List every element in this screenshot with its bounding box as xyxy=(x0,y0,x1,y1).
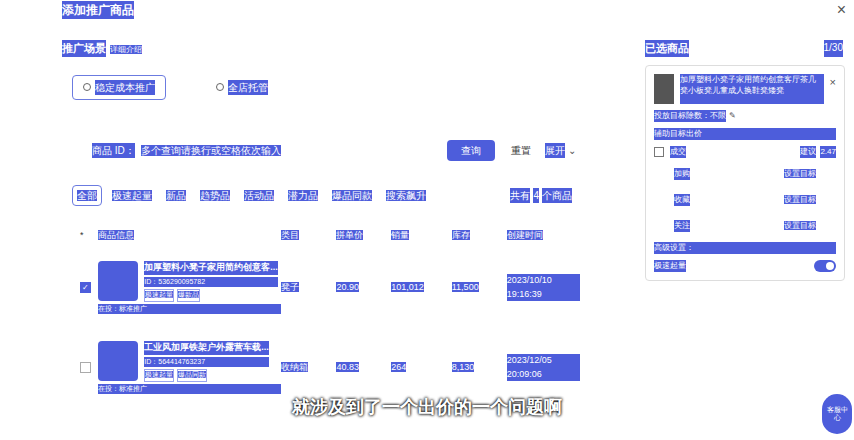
filter-tab[interactable]: 搜索飙升 xyxy=(382,186,430,205)
filter-row: 全部极速起量新品趋势品活动品潜力品爆品同款搜索飙升 共有4个商品 xyxy=(72,185,580,206)
id-input[interactable]: 多个查询请换行或空格依次输入 xyxy=(141,143,441,158)
scene-option[interactable]: 稳定成本推广 xyxy=(72,75,166,100)
edit-icon[interactable]: ✎ xyxy=(729,110,736,122)
goal-row: 关注设置目标 xyxy=(654,216,836,236)
video-subtitle: 就涉及到了一个出价的一个问题啊 xyxy=(0,394,854,421)
product-tag: 爆品同款 xyxy=(177,369,207,382)
query-button[interactable]: 查询 xyxy=(447,140,495,161)
product-image xyxy=(98,341,138,381)
filter-tab[interactable]: 趋势品 xyxy=(196,186,234,205)
dialog-header: 添加推广商品× xyxy=(0,0,854,18)
set-goal-link[interactable]: 设置目标 xyxy=(784,194,816,206)
goal-row: 加购设置目标 xyxy=(654,164,836,184)
search-row: 商品 ID：多个查询请换行或空格依次输入查询重置展开⌄ xyxy=(92,140,580,161)
scene-icon xyxy=(216,83,224,91)
detail-link[interactable]: 详细介绍 xyxy=(110,41,142,56)
product-image xyxy=(98,261,138,301)
row-checkbox[interactable]: ✓ xyxy=(80,282,91,293)
product-tag: 爆款品 xyxy=(177,289,200,302)
scene-title: 推广场景详细介绍 xyxy=(62,40,580,57)
deal-icon xyxy=(654,147,664,157)
set-goal-link[interactable]: 设置目标 xyxy=(784,220,816,232)
add-product-dialog: 添加推广商品×推广场景详细介绍稳定成本推广全店托管商品 ID：多个查询请换行或空… xyxy=(0,0,854,440)
filter-tab[interactable]: 活动品 xyxy=(240,186,278,205)
filter-tab[interactable]: 极速起量 xyxy=(108,186,156,205)
table-row[interactable]: 工业风加厚铁架户外露营车载...ID：564414763237极速起量爆品同款在… xyxy=(80,328,580,408)
filter-tab[interactable]: 爆品同款 xyxy=(328,186,376,205)
goal-row: 收藏设置目标 xyxy=(654,190,836,210)
set-goal-link[interactable]: 设置目标 xyxy=(784,168,816,180)
table-header: *商品信息类目拼单价销量库存创建时间 xyxy=(80,224,580,248)
expand-button[interactable]: 展开⌄ xyxy=(545,143,576,158)
product-table: *商品信息类目拼单价销量库存创建时间✓加厚塑料小凳子家用简约创意客...ID：5… xyxy=(80,224,580,408)
selected-card: 加厚塑料小凳子家用简约创意客厅茶几凳小板凳儿童成人换鞋凳矮凳×投放目标除数：不限… xyxy=(645,65,845,281)
product-tag: 极速起量 xyxy=(144,289,174,302)
help-bubble[interactable]: 客服中心 xyxy=(822,394,852,434)
card-image xyxy=(654,74,674,104)
left-panel: 推广场景详细介绍稳定成本推广全店托管商品 ID：多个查询请换行或空格依次输入查询… xyxy=(0,18,580,408)
scene-option[interactable]: 全店托管 xyxy=(206,75,278,100)
reset-button[interactable]: 重置 xyxy=(511,143,531,158)
product-count: 共有4个商品 xyxy=(510,188,580,203)
product-tag: 极速起量 xyxy=(144,369,174,382)
filter-tab[interactable]: 全部 xyxy=(72,185,102,206)
boost-switch[interactable] xyxy=(814,260,836,272)
row-checkbox[interactable] xyxy=(80,362,91,373)
filter-tab[interactable]: 潜力品 xyxy=(284,186,322,205)
scene-icon xyxy=(83,83,91,91)
selected-panel: 已选商品1/30加厚塑料小凳子家用简约创意客厅茶几凳小板凳儿童成人换鞋凳矮凳×投… xyxy=(645,18,845,408)
close-button[interactable]: × xyxy=(837,2,846,18)
remove-button[interactable]: × xyxy=(830,74,836,104)
table-row[interactable]: ✓加厚塑料小凳子家用简约创意客...ID：536290095782极速起量爆款品… xyxy=(80,248,580,328)
filter-tab[interactable]: 新品 xyxy=(162,186,190,205)
